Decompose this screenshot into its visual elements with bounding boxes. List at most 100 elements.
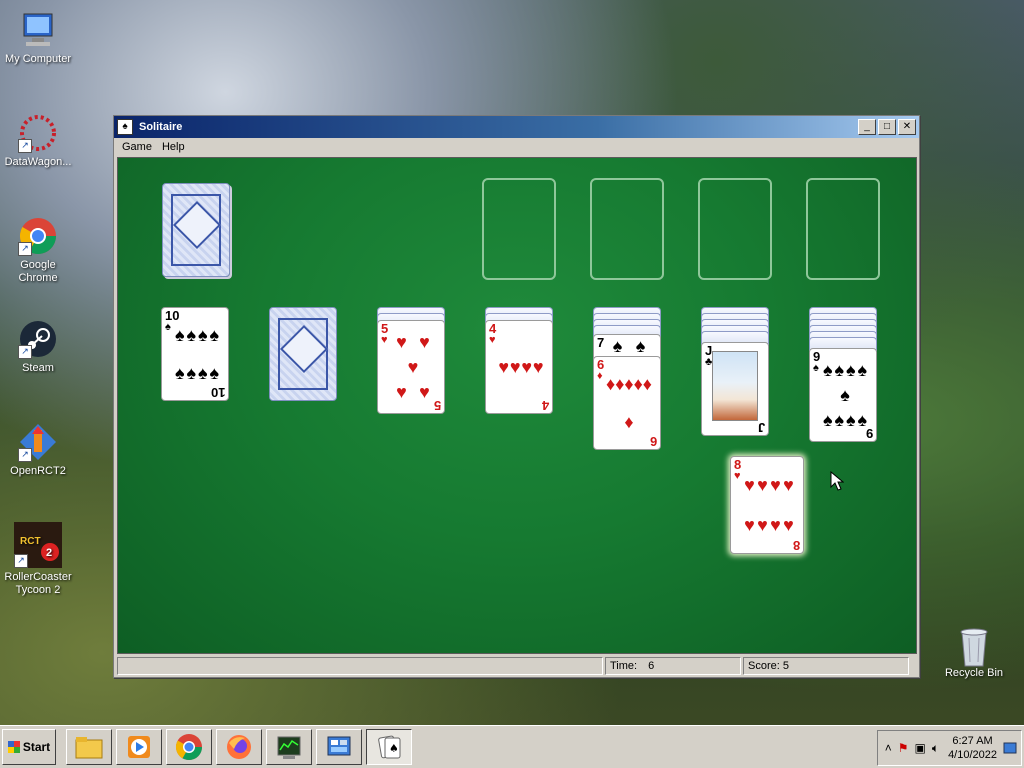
taskbar-control-panel[interactable] <box>316 729 362 765</box>
stock-pile[interactable] <box>162 183 230 277</box>
action-center-flag-icon[interactable]: ⚑ <box>898 741 909 755</box>
firefox-icon <box>227 735 251 759</box>
spade-icon: ♠ <box>165 321 171 333</box>
card-rank: 7 <box>597 335 605 350</box>
openrct2-icon: ↗ <box>18 422 58 462</box>
chrome-icon <box>175 734 203 761</box>
maximize-button[interactable]: □ <box>878 119 896 135</box>
status-score: Score: 5 <box>743 657 909 675</box>
diamond-icon: ♦ <box>597 370 603 382</box>
close-button[interactable]: ✕ <box>898 119 916 135</box>
card-rank-bottom: 6 <box>649 434 657 449</box>
chrome-icon: ↗ <box>18 216 58 256</box>
dragged-card[interactable]: 8 ♥ ♥ ♥ ♥ ♥ ♥ ♥ ♥ ♥ 8 <box>730 456 804 554</box>
start-button[interactable]: Start <box>2 729 56 765</box>
card-pips: ♠ ♠ ♠ ♠ ♠ ♠ ♠ ♠ <box>174 325 220 383</box>
card-pips: ♥ ♥ ♥ ♥ <box>498 357 544 377</box>
desktop-icon-my-computer[interactable]: My Computer <box>0 10 76 66</box>
desktop-icon-label: OpenRCT2 <box>10 465 66 477</box>
control-panel-icon <box>327 736 351 756</box>
card-pips: ♦ ♦ ♦ ♦ ♦ ♦ <box>606 374 652 432</box>
menu-help[interactable]: Help <box>158 141 189 153</box>
solitaire-app-icon: ♠ <box>117 119 133 135</box>
show-desktop-icon[interactable] <box>1003 741 1017 755</box>
windows-logo-icon <box>7 741 20 753</box>
network-icon[interactable]: ▣ <box>915 741 926 755</box>
minimize-button[interactable]: _ <box>858 119 876 135</box>
card-rank-bottom: 4 <box>541 398 549 413</box>
desktop-icon-rollercoaster-tycoon-2[interactable]: RCT 2 ↗ RollerCoaster Tycoon 2 <box>0 522 76 597</box>
show-hidden-icons-icon[interactable]: ˄ <box>885 741 892 755</box>
steam-icon: ↗ <box>18 319 58 359</box>
tableau-card[interactable]: 5 ♥ ♥ ♥ ♥ ♥ ♥ 5 <box>377 320 445 414</box>
foundation-slot-1[interactable] <box>482 178 556 280</box>
menu-bar: Game Help <box>114 138 919 156</box>
heart-icon: ♥ <box>381 334 388 346</box>
tableau-card-facedown[interactable] <box>269 307 337 401</box>
svg-text:2: 2 <box>46 547 52 559</box>
recycle-bin-icon <box>954 624 994 667</box>
time-value: 6 <box>648 660 655 672</box>
taskbar-solitaire[interactable]: ♠ <box>366 729 412 765</box>
foundation-slot-2[interactable] <box>590 178 664 280</box>
spade-icon: ♠ <box>813 362 819 374</box>
start-label: Start <box>22 740 51 754</box>
rollercoaster-tycoon-icon: RCT 2 ↗ <box>14 522 62 568</box>
card-pips: ♠ ♠ ♠ ♠ ♠ ♠ ♠ ♠ ♠ <box>822 359 868 431</box>
foundation-slot-4[interactable] <box>806 178 880 280</box>
solitaire-window: ♠ Solitaire _ □ ✕ Game Help 10 ♠ ♠ ♠ ♠ ♠ ♠ ♠ ♠… <box>113 115 920 678</box>
desktop-icon-openrct2[interactable]: ↗ OpenRCT2 <box>0 422 76 478</box>
title-bar[interactable]: ♠ Solitaire _ □ ✕ <box>114 116 919 138</box>
shortcut-arrow-icon: ↗ <box>18 139 32 153</box>
datawagon-icon: ↗ <box>18 113 58 153</box>
taskbar-file-explorer[interactable] <box>66 729 112 765</box>
desktop-icon-label: RollerCoaster Tycoon 2 <box>4 571 72 596</box>
system-tray: ˄ ⚑ ▣ 🔈︎ 6:27 AM 4/10/2022 <box>876 730 1022 766</box>
tableau-card[interactable]: 6 ♦ ♦ ♦ ♦ ♦ ♦ ♦ 6 <box>593 356 661 450</box>
folder-icon <box>75 737 103 759</box>
card-rank-bottom: 5 <box>433 398 441 413</box>
tableau-card[interactable]: 9 ♠ ♠ ♠ ♠ ♠ ♠ ♠ ♠ ♠ ♠ 9 <box>809 348 877 442</box>
card-pips: ♥ ♥ ♥ ♥ ♥ ♥ ♥ ♥ <box>744 475 794 535</box>
desktop-icon-steam[interactable]: ↗ Steam <box>0 319 76 375</box>
clock-time: 6:27 AM <box>952 735 993 747</box>
menu-game[interactable]: Game <box>118 141 156 153</box>
status-bar: Time: 6 Score: 5 <box>117 657 915 675</box>
clock[interactable]: 6:27 AM 4/10/2022 <box>948 734 997 762</box>
computer-icon <box>18 10 58 50</box>
score-label: Score: <box>748 660 780 672</box>
tableau-card[interactable]: 4 ♥ ♥ ♥ ♥ ♥ 4 <box>485 320 553 414</box>
foundation-slot-3[interactable] <box>698 178 772 280</box>
desktop-icon-label: My Computer <box>4 53 72 65</box>
taskbar-media-player[interactable] <box>116 729 162 765</box>
desktop-icon-recycle-bin[interactable]: Recycle Bin <box>936 624 1012 680</box>
status-time: Time: 6 <box>605 657 741 675</box>
card-rank-bottom: 9 <box>865 426 873 441</box>
desktop-icon-label: DataWagon... <box>4 156 72 168</box>
heart-icon: ♥ <box>734 470 741 482</box>
volume-icon[interactable]: 🔈︎ <box>932 741 939 756</box>
shortcut-arrow-icon: ↗ <box>14 554 28 568</box>
card-rank-bottom: 8 <box>792 538 800 553</box>
tableau-card[interactable]: 10 ♠ ♠ ♠ ♠ ♠ ♠ ♠ ♠ ♠ 10 <box>161 307 229 401</box>
shortcut-arrow-icon: ↗ <box>18 345 32 359</box>
task-manager-icon <box>277 736 301 759</box>
desktop-icon-datawagon[interactable]: ↗ DataWagon... <box>0 113 76 169</box>
desktop-icon-chrome[interactable]: ↗ Google Chrome <box>0 216 76 285</box>
desktop-icon-label: Google Chrome <box>18 259 58 284</box>
taskbar-firefox[interactable] <box>216 729 262 765</box>
card-rank-bottom: J <box>757 420 765 435</box>
shortcut-arrow-icon: ↗ <box>18 448 32 462</box>
svg-text:RCT: RCT <box>20 536 41 547</box>
clock-date: 4/10/2022 <box>948 749 997 761</box>
tableau-card[interactable]: J ♣ J <box>701 342 769 436</box>
taskbar-chrome[interactable] <box>166 729 212 765</box>
heart-icon: ♥ <box>489 334 496 346</box>
taskbar-task-manager[interactable] <box>266 729 312 765</box>
svg-text:♠: ♠ <box>389 742 399 755</box>
card-pips: ♠ ♠ <box>612 336 646 356</box>
media-player-icon <box>128 736 150 758</box>
shortcut-arrow-icon: ↗ <box>18 242 32 256</box>
window-title: Solitaire <box>139 121 183 133</box>
desktop-icon-label: Steam <box>22 362 54 374</box>
